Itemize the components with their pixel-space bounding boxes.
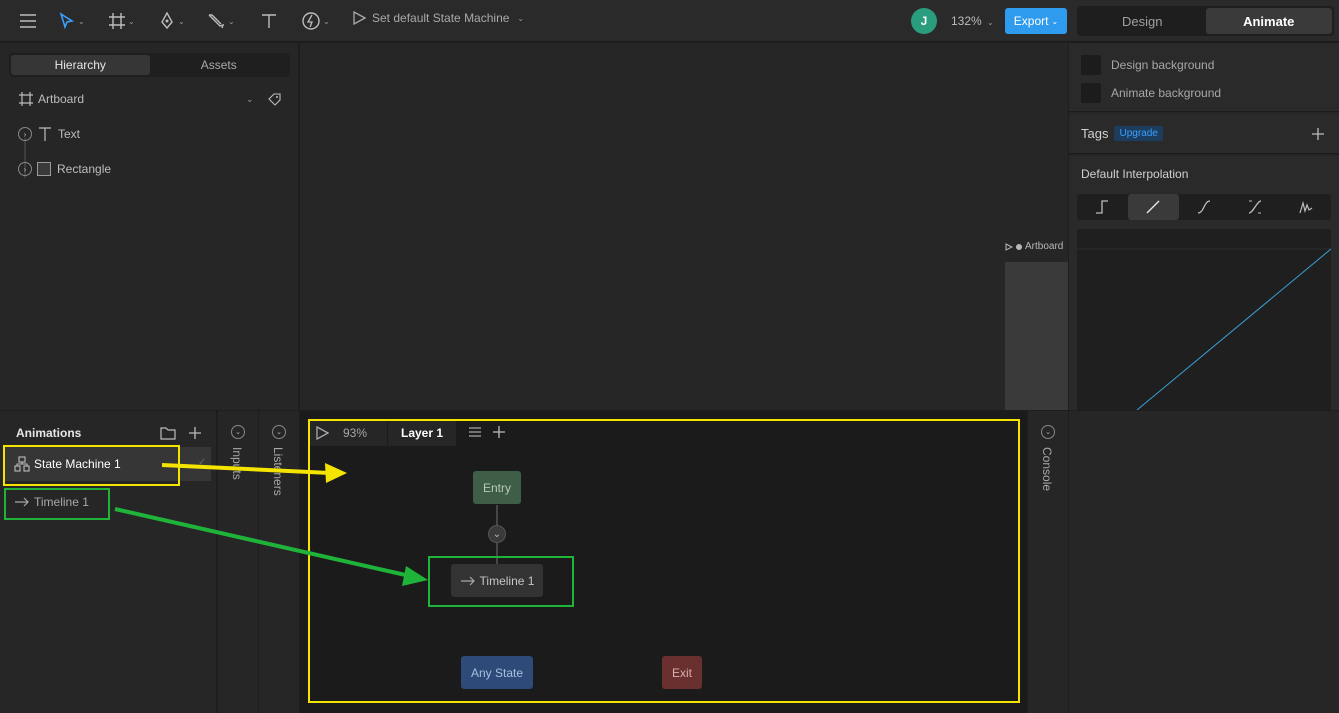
check-icon: ✓ <box>198 457 207 468</box>
tree-item-rectangle[interactable]: › Rectangle <box>18 158 111 180</box>
export-button[interactable]: Export ⌄ <box>1005 8 1067 34</box>
elastic-icon[interactable] <box>1280 194 1331 220</box>
interpolation-title: Default Interpolation <box>1081 167 1189 181</box>
tree-item-label: Artboard <box>38 92 85 106</box>
tree-item-artboard[interactable]: Artboard ⌄ <box>18 88 286 110</box>
annotation-box-timeline-item <box>4 488 110 520</box>
upgrade-badge[interactable]: Upgrade <box>1114 126 1163 141</box>
dot-icon <box>1016 243 1022 250</box>
tree-item-label: Rectangle <box>57 162 112 176</box>
artboard-preview[interactable] <box>1005 262 1068 410</box>
interpolation-curve-preview <box>1077 229 1332 411</box>
tags-label: Tags <box>1081 126 1109 141</box>
export-label: Export <box>1013 14 1049 28</box>
state-machine-selector[interactable]: Set default State Machine ⌄ <box>352 11 524 25</box>
chevron-down-icon[interactable]: ⌄ <box>231 425 245 439</box>
annotation-box-state-machine-graph <box>308 419 1020 703</box>
chevron-down-icon[interactable]: ⌄ <box>246 94 254 105</box>
tags-section: Tags Upgrade <box>1069 114 1339 154</box>
animate-background-row[interactable]: Animate background <box>1081 83 1221 103</box>
zoom-value: 132% <box>951 14 982 28</box>
state-machine-action-label: Set default State Machine <box>372 11 510 25</box>
chevron-down-icon: ⌄ <box>1051 16 1059 26</box>
text-icon <box>39 127 51 141</box>
artboard-label[interactable]: Artboard <box>1005 241 1063 252</box>
annotation-box-state-machine-item <box>3 445 180 486</box>
cubic-icon[interactable] <box>1179 194 1230 220</box>
mode-switch: Design Animate <box>1077 6 1334 36</box>
animate-background-swatch[interactable] <box>1081 83 1101 103</box>
hierarchy-tabs: Hierarchy Assets <box>9 53 290 77</box>
rectangle-icon <box>37 162 51 176</box>
interpolation-options <box>1077 194 1331 220</box>
tab-hierarchy[interactable]: Hierarchy <box>11 55 150 75</box>
add-tag-icon[interactable] <box>1311 127 1325 141</box>
inputs-panel: ⌄ Inputs <box>218 411 258 713</box>
folder-icon[interactable] <box>160 426 176 440</box>
design-background-label: Design background <box>1111 58 1215 72</box>
design-background-swatch[interactable] <box>1081 55 1101 75</box>
ease-icon[interactable] <box>1229 194 1280 220</box>
tab-assets[interactable]: Assets <box>150 55 289 75</box>
hierarchy-panel: Hierarchy Assets Artboard ⌄ › Text › Rec… <box>0 43 298 410</box>
inputs-label[interactable]: Inputs <box>230 447 244 480</box>
bone-tool-icon[interactable]: ⌄ <box>206 9 235 33</box>
top-toolbar: ⌄ ⌄ ⌄ ⌄ ⌄ Set default State Machine ⌄ J … <box>0 0 1339 42</box>
select-tool-icon[interactable]: ⌄ <box>58 9 85 33</box>
background-section: Design background Animate background <box>1069 43 1339 112</box>
annotation-box-timeline-node <box>428 556 574 607</box>
artboard-tool-icon[interactable]: ⌄ <box>108 9 135 33</box>
linear-icon[interactable] <box>1127 194 1179 220</box>
tab-animate[interactable]: Animate <box>1205 8 1332 34</box>
chevron-down-icon[interactable]: ⌄ <box>272 425 286 439</box>
console-panel: ⌄ Console <box>1028 411 1068 713</box>
console-label[interactable]: Console <box>1040 447 1054 491</box>
hold-icon[interactable] <box>1077 194 1128 220</box>
play-icon <box>353 11 366 25</box>
canvas-stage[interactable] <box>300 43 1068 410</box>
play-icon <box>1005 242 1013 251</box>
tree-item-label: Text <box>58 127 81 141</box>
tree-item-text[interactable]: › Text <box>18 123 80 145</box>
tag-icon[interactable] <box>268 92 281 106</box>
chevron-down-icon: ⌄ <box>517 13 525 23</box>
chevron-down-icon: ⌄ <box>987 18 994 27</box>
menu-icon[interactable] <box>18 9 38 33</box>
avatar[interactable]: J <box>911 8 937 34</box>
events-tool-icon[interactable]: ⌄ <box>301 9 330 33</box>
artboard-name: Artboard <box>1025 241 1064 252</box>
text-tool-icon[interactable] <box>260 9 278 33</box>
zoom-dropdown[interactable]: 132% ⌄ <box>951 14 994 28</box>
animations-title: Animations <box>16 426 82 440</box>
pen-tool-icon[interactable]: ⌄ <box>158 9 185 33</box>
expand-icon[interactable]: › <box>18 127 32 141</box>
interpolation-curve <box>1077 248 1332 411</box>
design-background-row[interactable]: Design background <box>1081 55 1214 75</box>
chevron-down-icon[interactable]: ⌄ <box>1041 425 1055 439</box>
add-animation-icon[interactable] <box>188 426 202 440</box>
animate-background-label: Animate background <box>1111 86 1222 100</box>
right-bottom-panel <box>1069 411 1339 713</box>
listeners-panel: ⌄ Listeners <box>259 411 299 713</box>
listeners-label[interactable]: Listeners <box>271 447 285 496</box>
expand-icon[interactable]: › <box>18 162 32 176</box>
artboard-icon <box>19 92 33 106</box>
tab-design[interactable]: Design <box>1079 8 1206 34</box>
